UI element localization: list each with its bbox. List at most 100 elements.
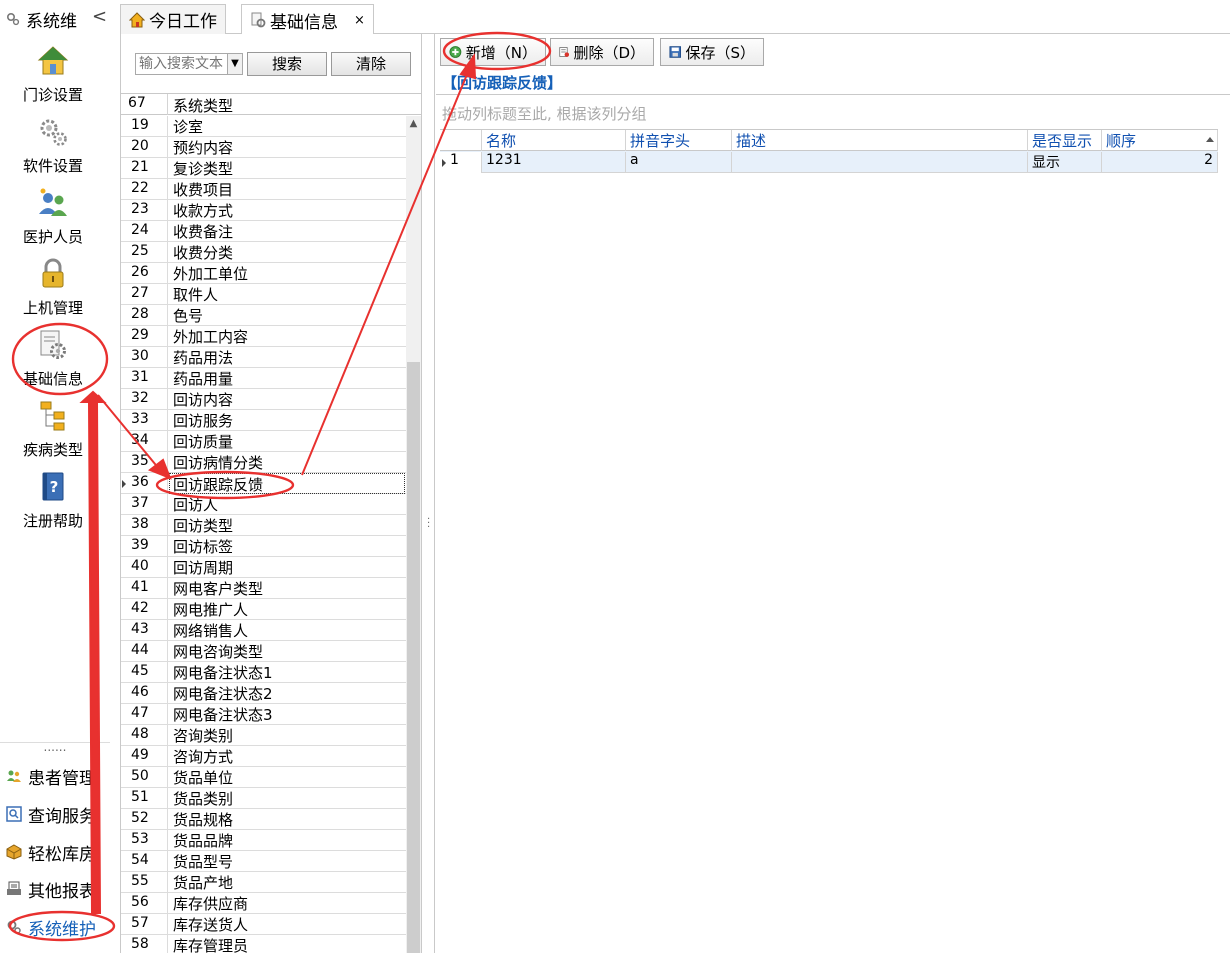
row-indicator-header xyxy=(440,130,482,151)
column-header-order[interactable]: 顺序 xyxy=(1102,130,1218,151)
list-item[interactable]: 47 网电备注状态3 xyxy=(121,704,406,725)
list-item[interactable]: 25 收费分类 xyxy=(121,242,406,263)
list-item[interactable]: 37 回访人 xyxy=(121,494,406,515)
close-tab-icon[interactable]: × xyxy=(354,13,365,28)
list-item[interactable]: 32 回访内容 xyxy=(121,389,406,410)
cell-visible[interactable]: 显示 xyxy=(1028,152,1102,173)
list-item[interactable]: 29 外加工内容 xyxy=(121,326,406,347)
cell-description[interactable] xyxy=(732,152,1028,173)
module-other-reports[interactable]: 其他报表 xyxy=(6,875,96,903)
list-item[interactable]: 39 回访标签 xyxy=(121,536,406,557)
list-item[interactable]: 52 货品规格 xyxy=(121,809,406,830)
nav-item-disease-types[interactable]: 疾病类型 xyxy=(0,399,106,460)
list-item[interactable]: 53 货品品牌 xyxy=(121,830,406,851)
collapse-nav-button[interactable]: < xyxy=(92,6,107,27)
list-item-name: 货品型号 xyxy=(173,853,234,871)
list-item[interactable]: 48 咨询类别 xyxy=(121,725,406,746)
list-item[interactable]: 34 回访质量 xyxy=(121,431,406,452)
list-item[interactable]: 27 取件人 xyxy=(121,284,406,305)
module-query-service[interactable]: 查询服务 xyxy=(6,800,96,828)
column-header-name[interactable]: 名称 xyxy=(482,130,626,151)
nav-item-machine-management[interactable]: 上机管理 xyxy=(0,257,106,318)
list-item-name: 货品单位 xyxy=(173,769,234,787)
cell-name[interactable]: 1231 xyxy=(482,152,626,173)
nav-splitter-handle[interactable]: ...... xyxy=(0,741,110,753)
nav-item-medical-staff[interactable]: 医护人员 xyxy=(0,186,106,247)
scroll-up-icon[interactable]: ▲ xyxy=(406,116,421,132)
list-item[interactable]: 46 网电备注状态2 xyxy=(121,683,406,704)
nav-item-registration-help[interactable]: ? 注册帮助 xyxy=(0,470,106,531)
list-item[interactable]: 31 药品用量 xyxy=(121,368,406,389)
list-item-number: 49 xyxy=(131,747,149,763)
cell-order[interactable]: 2 xyxy=(1102,152,1218,173)
list-item[interactable]: 56 库存供应商 xyxy=(121,893,406,914)
scrollbar-thumb[interactable] xyxy=(407,362,420,953)
module-warehouse[interactable]: 轻松库房 xyxy=(6,838,96,866)
module-patient-management[interactable]: 患者管理 xyxy=(6,762,96,790)
list-item-selected[interactable]: 36 回访跟踪反馈 xyxy=(121,473,406,494)
nav-item-basic-info[interactable]: 基础信息 xyxy=(0,328,106,389)
list-item[interactable]: 49 咨询方式 xyxy=(121,746,406,767)
list-item[interactable]: 50 货品单位 xyxy=(121,767,406,788)
search-button[interactable]: 搜索 xyxy=(247,52,327,76)
list-item[interactable]: 35 回访病情分类 xyxy=(121,452,406,473)
save-button[interactable]: 保存（S） xyxy=(660,38,764,66)
list-item[interactable]: 24 收费备注 xyxy=(121,221,406,242)
list-header-name[interactable]: 系统类型 xyxy=(173,95,233,116)
list-item[interactable]: 40 回访周期 xyxy=(121,557,406,578)
add-button[interactable]: 新增（N） xyxy=(440,38,546,66)
list-item[interactable]: 22 收费项目 xyxy=(121,179,406,200)
tab-today-work[interactable]: 今日工作 xyxy=(120,4,226,34)
list-item[interactable]: 51 货品类别 xyxy=(121,788,406,809)
list-item[interactable]: 30 药品用法 xyxy=(121,347,406,368)
list-item[interactable]: 19 诊室 xyxy=(121,116,406,137)
delete-button[interactable]: 删除（D） xyxy=(550,38,654,66)
list-item-name: 网络销售人 xyxy=(173,622,249,640)
nav-item-software-settings[interactable]: 软件设置 xyxy=(0,115,106,176)
column-header-visible[interactable]: 是否显示 xyxy=(1028,130,1102,151)
list-item[interactable]: 42 网电推广人 xyxy=(121,599,406,620)
list-item[interactable]: 26 外加工单位 xyxy=(121,263,406,284)
column-header-description[interactable]: 描述 xyxy=(732,130,1028,151)
row-indicator[interactable]: 1 xyxy=(440,152,482,173)
cell-pinyin[interactable]: a xyxy=(626,152,732,173)
help-book-icon: ? xyxy=(42,472,64,501)
panel-splitter[interactable]: · · · xyxy=(422,34,435,953)
list-item-name: 货品类别 xyxy=(173,790,234,808)
list-item[interactable]: 20 预约内容 xyxy=(121,137,406,158)
list-item[interactable]: 33 回访服务 xyxy=(121,410,406,431)
clear-button[interactable]: 清除 xyxy=(331,52,411,76)
column-header-pinyin[interactable]: 拼音字头 xyxy=(626,130,732,151)
list-item[interactable]: 54 货品型号 xyxy=(121,851,406,872)
list-item-number: 50 xyxy=(131,768,149,784)
module-label: 其他报表 xyxy=(28,881,96,902)
group-by-hint[interactable]: 拖动列标题至此, 根据该列分组 xyxy=(442,103,647,124)
list-item-name: 回访内容 xyxy=(173,391,234,409)
nav-header-title: 系统维 xyxy=(26,11,77,32)
list-item-number: 52 xyxy=(131,810,149,826)
list-item[interactable]: 58 库存管理员 xyxy=(121,935,406,953)
chevron-down-icon[interactable]: ▼ xyxy=(227,53,243,75)
list-scrollbar[interactable]: ▲ xyxy=(406,116,421,953)
list-item-number: 36 xyxy=(131,474,149,490)
list-item[interactable]: 44 网电咨询类型 xyxy=(121,641,406,662)
list-item[interactable]: 23 收款方式 xyxy=(121,200,406,221)
list-item-number: 19 xyxy=(131,117,149,133)
category-rows: 19 诊室 20 预约内容 21 复诊类型 22 收费项目 23 收款方式 24 收费备注 25 收费分类… xyxy=(121,116,406,953)
list-item[interactable]: 45 网电备注状态1 xyxy=(121,662,406,683)
nav-item-clinic-settings[interactable]: 门诊设置 xyxy=(0,44,106,105)
list-item[interactable]: 28 色号 xyxy=(121,305,406,326)
list-item[interactable]: 41 网电客户类型 xyxy=(121,578,406,599)
list-item[interactable]: 55 货品产地 xyxy=(121,872,406,893)
list-item[interactable]: 57 库存送货人 xyxy=(121,914,406,935)
list-item-number: 30 xyxy=(131,348,149,364)
list-item[interactable]: 38 回访类型 xyxy=(121,515,406,536)
module-system-maintenance[interactable]: 系统维护 xyxy=(6,913,96,941)
section-title: 【回访跟踪反馈】 xyxy=(442,74,563,92)
tab-basic-info[interactable]: 基础信息 × xyxy=(241,4,374,35)
table-row[interactable]: 1 1231 a 显示 2 xyxy=(440,151,1218,173)
grip-icon: · · · xyxy=(427,514,431,533)
list-item[interactable]: 21 复诊类型 xyxy=(121,158,406,179)
list-item[interactable]: 43 网络销售人 xyxy=(121,620,406,641)
list-item-name: 药品用法 xyxy=(173,349,234,367)
